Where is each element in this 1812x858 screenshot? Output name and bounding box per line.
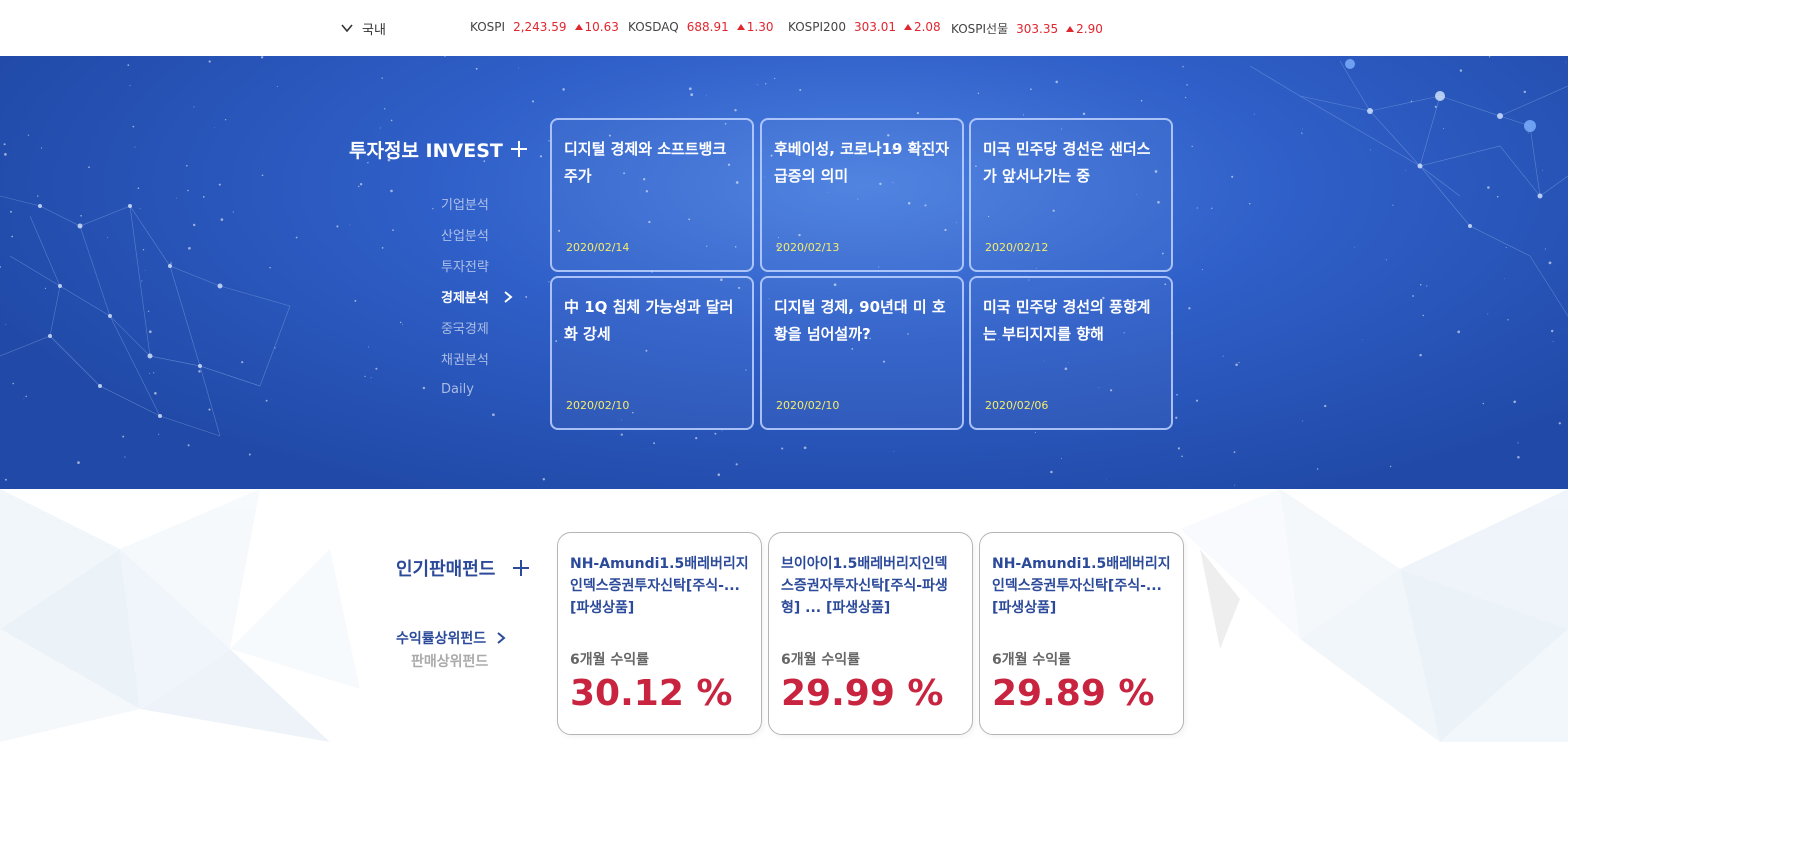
menu-item-economic-analysis[interactable]: 경제분석 xyxy=(441,281,513,312)
return-label: 6개월 수익률 xyxy=(992,652,1072,668)
return-label: 6개월 수익률 xyxy=(781,652,861,668)
report-title: 후베이성, 코로나19 확진자 급증의 의미 xyxy=(774,140,950,185)
invest-more-plus-icon[interactable] xyxy=(511,141,527,157)
region-label: 국내 xyxy=(362,22,386,38)
return-value: 29.99 % xyxy=(781,673,944,714)
chevron-down-icon xyxy=(341,24,353,33)
report-date: 2020/02/10 xyxy=(776,399,840,412)
region-dropdown[interactable]: 국내 xyxy=(340,18,386,38)
report-date: 2020/02/13 xyxy=(776,241,840,254)
fund-card[interactable]: NH-Amundi1.5배레버리지인덱스증권투자신탁[주식-... [파생상품]… xyxy=(979,532,1184,735)
funds-more-plus-icon[interactable] xyxy=(513,560,529,576)
tab-top-return-funds[interactable]: 수익률상위펀드 xyxy=(396,628,506,648)
report-card[interactable]: 디지털 경제, 90년대 미 호황을 넘어설까? 2020/02/10 xyxy=(760,276,964,430)
return-value: 29.89 % xyxy=(992,673,1155,714)
fund-name: NH-Amundi1.5배레버리지인덱스증권투자신탁[주식-... [파생상품] xyxy=(570,556,749,616)
invest-category-menu: 기업분석 산업분석 투자전략 경제분석 중국경제 채권분석 Daily xyxy=(441,188,513,405)
market-ticker-bar: 국내 KOSPI 2,243.59 10.63 KOSDAQ 688.91 1.30 K… xyxy=(0,0,1568,56)
invest-section-title: 투자정보 INVEST xyxy=(349,140,503,162)
menu-item-investment-strategy[interactable]: 투자전략 xyxy=(441,250,513,281)
index-kospi-futures[interactable]: KOSPI선물 303.35 2.90 xyxy=(951,20,1103,37)
report-title: 디지털 경제와 소프트뱅크 주가 xyxy=(564,140,727,185)
index-kospi[interactable]: KOSPI 2,243.59 10.63 xyxy=(470,20,619,34)
tab-top-sales-funds[interactable]: 판매상위펀드 xyxy=(411,651,488,671)
report-title: 미국 민주당 경선은 샌더스가 앞서나가는 중 xyxy=(983,140,1151,185)
fund-name: 브이아이1.5배레버리지인덱스증권자투자신탁[주식-파생형] ... [파생상품… xyxy=(781,556,948,616)
up-arrow-icon xyxy=(1066,26,1075,32)
up-arrow-icon xyxy=(903,24,912,30)
funds-section-title: 인기판매펀드 xyxy=(396,559,496,580)
report-card[interactable]: 미국 민주당 경선은 샌더스가 앞서나가는 중 2020/02/12 xyxy=(969,118,1173,272)
return-label: 6개월 수익률 xyxy=(570,652,650,668)
menu-item-company-analysis[interactable]: 기업분석 xyxy=(441,188,513,219)
report-date: 2020/02/06 xyxy=(985,399,1049,412)
menu-item-china-economy[interactable]: 중국경제 xyxy=(441,312,513,343)
popular-funds-section: 인기판매펀드 수익률상위펀드 판매상위펀드 NH-Amundi1.5배레버리지인… xyxy=(0,489,1568,742)
chevron-right-icon xyxy=(504,290,513,303)
index-kospi200[interactable]: KOSPI200 303.01 2.08 xyxy=(788,20,941,34)
report-card[interactable]: 中 1Q 침체 가능성과 달러화 강세 2020/02/10 xyxy=(550,276,754,430)
up-arrow-icon xyxy=(736,24,745,30)
report-title: 中 1Q 침체 가능성과 달러화 강세 xyxy=(564,298,734,343)
return-value: 30.12 % xyxy=(570,673,733,714)
fund-card[interactable]: 브이아이1.5배레버리지인덱스증권자투자신탁[주식-파생형] ... [파생상품… xyxy=(768,532,973,735)
index-kosdaq[interactable]: KOSDAQ 688.91 1.30 xyxy=(628,20,773,34)
report-card[interactable]: 미국 민주당 경선의 풍향계는 부티지지를 향해 2020/02/06 xyxy=(969,276,1173,430)
report-date: 2020/02/12 xyxy=(985,241,1049,254)
invest-section: 투자정보 INVEST 기업분석 산업분석 투자전략 경제분석 중국경제 채권분… xyxy=(0,56,1568,489)
report-date: 2020/02/10 xyxy=(566,399,630,412)
menu-item-industry-analysis[interactable]: 산업분석 xyxy=(441,219,513,250)
fund-card[interactable]: NH-Amundi1.5배레버리지인덱스증권투자신탁[주식-... [파생상품]… xyxy=(557,532,762,735)
fund-name: NH-Amundi1.5배레버리지인덱스증권투자신탁[주식-... [파생상품] xyxy=(992,556,1171,616)
report-date: 2020/02/14 xyxy=(566,241,630,254)
report-title: 디지털 경제, 90년대 미 호황을 넘어설까? xyxy=(774,298,946,343)
menu-item-daily[interactable]: Daily xyxy=(441,374,513,405)
menu-item-bond-analysis[interactable]: 채권분석 xyxy=(441,343,513,374)
report-title: 미국 민주당 경선의 풍향계는 부티지지를 향해 xyxy=(983,298,1151,343)
report-card[interactable]: 디지털 경제와 소프트뱅크 주가 2020/02/14 xyxy=(550,118,754,272)
chevron-right-icon xyxy=(497,632,506,644)
report-card[interactable]: 후베이성, 코로나19 확진자 급증의 의미 2020/02/13 xyxy=(760,118,964,272)
up-arrow-icon xyxy=(574,24,583,30)
